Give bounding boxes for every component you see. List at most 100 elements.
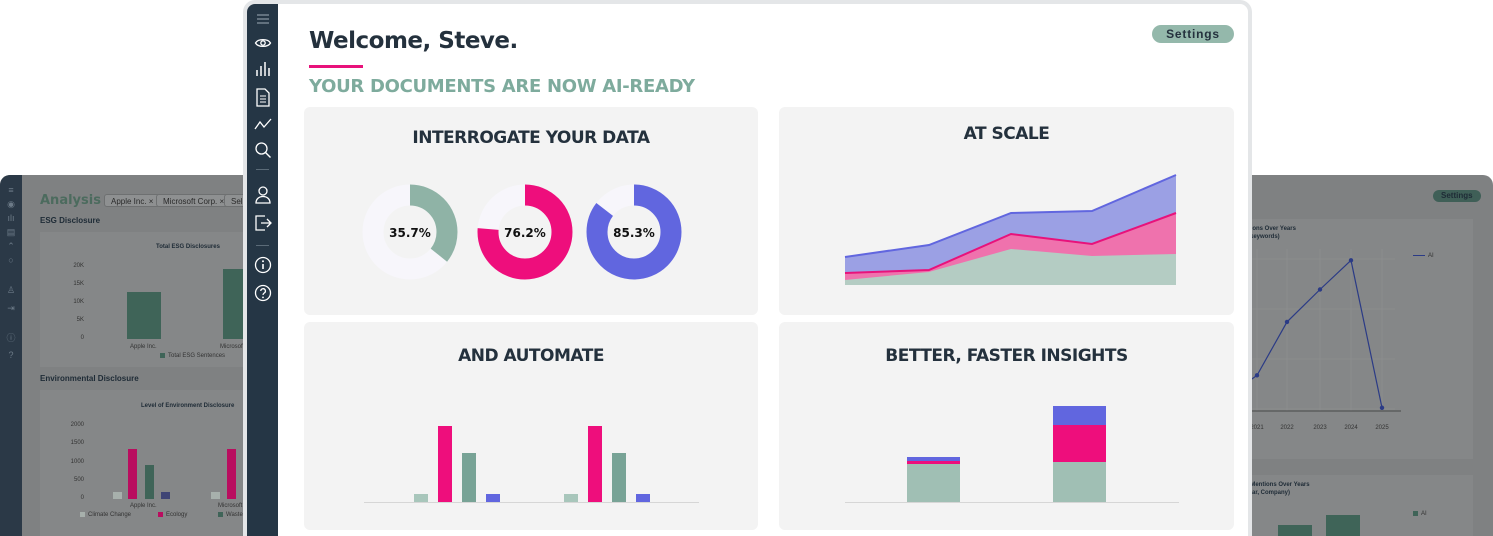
line-chart: 2021 2022 2023 2024 2025 bbox=[1235, 249, 1401, 431]
document-icon: ▤ bbox=[6, 227, 16, 237]
analysis-title: Analysis bbox=[40, 193, 101, 208]
x-label: Apple Inc. bbox=[130, 344, 157, 350]
data-point bbox=[1348, 258, 1354, 263]
heading-underline bbox=[309, 65, 363, 68]
line-chart-icon: ⌃ bbox=[7, 241, 15, 251]
logout-icon[interactable] bbox=[253, 214, 273, 232]
interrogate-card: INTERROGATE YOUR DATA 35.7% 76.2% 85.3% bbox=[304, 107, 758, 315]
bar bbox=[462, 453, 476, 502]
tick-label: 1500 bbox=[70, 440, 84, 446]
bar bbox=[211, 492, 220, 499]
background-analysis-screen: ≡ ◉ ılı ▤ ⌃ ○ ♙ ⇥ ⓘ ? Analysis Apple Inc… bbox=[0, 175, 262, 536]
area-chart bbox=[844, 174, 1177, 285]
legend-item: Ecology bbox=[158, 512, 187, 518]
donut-label: 85.3% bbox=[613, 226, 655, 240]
bar bbox=[1326, 515, 1360, 536]
legend-item: AI bbox=[1413, 253, 1434, 259]
bar bbox=[486, 494, 500, 502]
logout-icon: ⇥ bbox=[7, 303, 15, 313]
bar-chart-icon[interactable] bbox=[253, 60, 273, 78]
bar-chart bbox=[364, 426, 699, 503]
donut-charts: 35.7% 76.2% 85.3% bbox=[362, 184, 682, 280]
chart-title: Total ESG Disclosures bbox=[156, 244, 220, 250]
stacked-bar-segment bbox=[907, 464, 960, 502]
tick-label: 500 bbox=[73, 477, 84, 483]
bar-chart-icon: ılı bbox=[7, 213, 15, 223]
bar bbox=[161, 492, 170, 499]
bar bbox=[113, 492, 122, 499]
user-icon[interactable] bbox=[253, 185, 273, 204]
data-point bbox=[1379, 405, 1385, 410]
x-tick-label: 2023 bbox=[1313, 425, 1327, 431]
stacked-bar-segment bbox=[1053, 425, 1106, 462]
environment-chart-panel: Level of Environment Disclosure 2000 150… bbox=[40, 390, 262, 536]
stacked-bar-segment bbox=[1053, 462, 1106, 502]
menu-icon: ≡ bbox=[8, 185, 14, 195]
bar bbox=[588, 426, 602, 502]
donut-label: 76.2% bbox=[504, 226, 546, 240]
x-label: Microsoft bbox=[218, 503, 243, 509]
tick-label: 15K bbox=[73, 281, 84, 287]
info-icon: ⓘ bbox=[6, 333, 16, 343]
stacked-bar-segment bbox=[1053, 406, 1106, 425]
bar bbox=[227, 449, 236, 499]
mentions-chart-panel: ntions Over Years y keywords) AI 2021 202… bbox=[1235, 219, 1473, 459]
chart-title: d Mentions Over Years bbox=[1245, 482, 1310, 488]
eye-icon[interactable] bbox=[253, 34, 273, 52]
data-point bbox=[1254, 373, 1260, 378]
help-icon[interactable] bbox=[253, 284, 273, 302]
esg-chart-panel: Total ESG Disclosures 20K 15K 10K 5K 0 A… bbox=[40, 232, 262, 367]
bar bbox=[612, 453, 626, 502]
bar bbox=[414, 494, 428, 502]
search-icon[interactable] bbox=[253, 141, 273, 159]
help-icon: ? bbox=[8, 350, 14, 360]
chart-title: Level of Environment Disclosure bbox=[141, 403, 235, 409]
bar bbox=[127, 292, 161, 339]
automate-card: AND AUTOMATE bbox=[304, 322, 758, 530]
tick-label: 2000 bbox=[70, 422, 84, 428]
donut-label: 35.7% bbox=[389, 226, 431, 240]
info-icon[interactable] bbox=[253, 256, 273, 274]
eye-icon: ◉ bbox=[7, 199, 15, 209]
tick-label: 0 bbox=[80, 335, 84, 341]
tick-label: 10K bbox=[73, 299, 84, 305]
data-point bbox=[1284, 319, 1290, 325]
background-settings-button: Settings bbox=[1433, 190, 1481, 202]
section-title: ESG Disclosure bbox=[40, 216, 101, 225]
stacked-bar-segment bbox=[907, 457, 960, 461]
document-icon[interactable] bbox=[253, 87, 273, 107]
divider bbox=[256, 169, 269, 170]
company-chip: Microsoft Corp. × bbox=[156, 194, 232, 207]
legend-item: Waste bbox=[218, 512, 243, 518]
welcome-heading: Welcome, Steve. bbox=[309, 28, 518, 54]
main-dashboard-window: Welcome, Steve. YOUR DOCUMENTS ARE NOW A… bbox=[243, 0, 1252, 536]
bar bbox=[1278, 525, 1312, 536]
x-tick-label: 2024 bbox=[1344, 425, 1358, 431]
main-content: Welcome, Steve. YOUR DOCUMENTS ARE NOW A… bbox=[278, 4, 1248, 536]
tick-label: 1000 bbox=[70, 459, 84, 465]
bar bbox=[145, 465, 154, 499]
x-tick-label: 2025 bbox=[1375, 425, 1389, 431]
legend-item: Climate Change bbox=[80, 512, 131, 518]
background-sidebar: ≡ ◉ ılı ▤ ⌃ ○ ♙ ⇥ ⓘ ? bbox=[0, 175, 22, 536]
bar bbox=[438, 426, 452, 502]
search-icon: ○ bbox=[8, 255, 14, 265]
stacked-bar-segment bbox=[907, 461, 960, 464]
line-chart-icon[interactable] bbox=[253, 115, 273, 133]
x-tick-label: 2022 bbox=[1280, 425, 1294, 431]
sidebar bbox=[247, 4, 278, 536]
settings-button[interactable]: Settings bbox=[1152, 25, 1234, 43]
tick-label: 20K bbox=[73, 263, 84, 269]
bar bbox=[636, 494, 650, 502]
insights-card: BETTER, FASTER INSIGHTS bbox=[779, 322, 1234, 530]
tick-label: 5K bbox=[76, 317, 84, 323]
background-trends-screen: Settings ntions Over Years y keywords) A… bbox=[1235, 175, 1493, 536]
section-title: Environmental Disclosure bbox=[40, 374, 139, 383]
tagline: YOUR DOCUMENTS ARE NOW AI-READY bbox=[309, 76, 695, 97]
divider bbox=[256, 245, 269, 246]
x-label: Apple Inc. bbox=[130, 503, 157, 509]
menu-icon[interactable] bbox=[253, 10, 273, 28]
x-label: Microsoft bbox=[220, 344, 245, 350]
company-mentions-panel: d Mentions Over Years Year, Company) AI bbox=[1235, 475, 1473, 536]
user-icon: ♙ bbox=[6, 285, 16, 295]
